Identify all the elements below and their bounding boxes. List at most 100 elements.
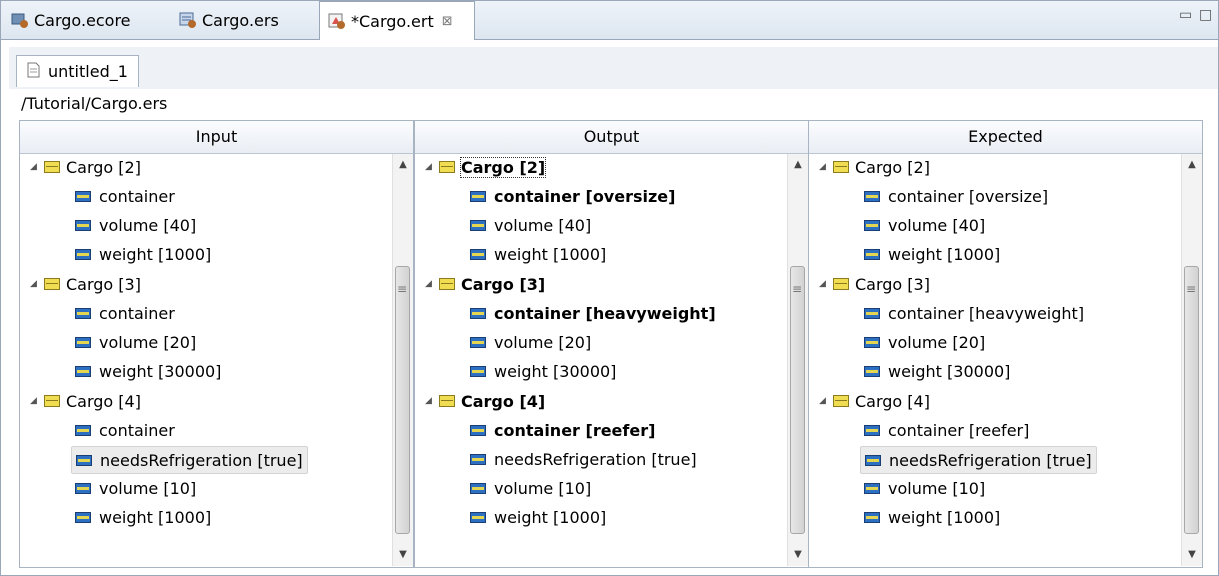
tree-node-cargo[interactable]: ◢ Cargo [4]	[425, 388, 545, 414]
tree-node-cargo[interactable]: ◢ Cargo [2]	[819, 154, 930, 180]
tab-cargo-ert[interactable]: *Cargo.ert ⊠	[319, 1, 475, 40]
node-label: needsRefrigeration [true]	[494, 449, 697, 469]
tree-node-cargo[interactable]: ◢ Cargo [2]	[425, 154, 547, 180]
output-header[interactable]: Output	[415, 121, 808, 154]
tree-leaf[interactable]: volume [40]	[470, 212, 591, 238]
attribute-icon	[470, 365, 486, 377]
attribute-icon	[75, 219, 91, 231]
tree-leaf[interactable]: volume [20]	[75, 329, 196, 355]
tree-leaf[interactable]: container [heavyweight]	[864, 300, 1084, 326]
grip-icon: ≡	[792, 282, 803, 296]
tree-leaf[interactable]: volume [10]	[864, 475, 985, 501]
scroll-up-icon[interactable]: ▲	[1182, 156, 1202, 174]
vertical-scrollbar[interactable]: ▲ ≡ ▼	[1181, 154, 1202, 566]
tree-leaf[interactable]: weight [1000]	[864, 504, 1000, 530]
attribute-icon	[75, 482, 91, 494]
scroll-thumb[interactable]	[395, 266, 410, 534]
tree-leaf[interactable]: weight [30000]	[470, 358, 616, 384]
tab-label: *Cargo.ert	[351, 11, 434, 31]
subtab-bar: untitled_1	[9, 47, 1218, 89]
tree-node-cargo[interactable]: ◢ Cargo [4]	[819, 388, 930, 414]
node-label: Cargo [4]	[461, 391, 546, 411]
expected-header[interactable]: Expected	[809, 121, 1202, 154]
close-tab-icon[interactable]: ⊠	[442, 14, 453, 29]
attribute-icon	[864, 511, 880, 523]
tree-leaf[interactable]: volume [20]	[470, 329, 591, 355]
attribute-icon	[470, 307, 486, 319]
scroll-thumb[interactable]	[790, 266, 805, 534]
tree-leaf[interactable]: volume [10]	[470, 475, 591, 501]
tree-leaf[interactable]: volume [10]	[75, 475, 196, 501]
vertical-scrollbar[interactable]: ▲ ≡ ▼	[392, 154, 413, 566]
tree-leaf[interactable]: container [reefer]	[470, 417, 655, 443]
node-label: Cargo [4]	[855, 391, 930, 411]
expand-arrow-icon[interactable]: ◢	[30, 396, 44, 406]
scroll-up-icon[interactable]: ▲	[788, 156, 808, 174]
node-label: container [oversize]	[494, 186, 676, 206]
node-label: Cargo [4]	[66, 391, 141, 411]
expand-arrow-icon[interactable]: ◢	[819, 279, 833, 289]
tree-leaf[interactable]: weight [1000]	[75, 241, 211, 267]
tree-node-cargo[interactable]: ◢ Cargo [3]	[819, 271, 930, 297]
tree-leaf[interactable]: container [oversize]	[864, 183, 1048, 209]
tree-leaf[interactable]: container [heavyweight]	[470, 300, 716, 326]
expand-arrow-icon[interactable]: ◢	[30, 279, 44, 289]
attribute-icon	[75, 424, 91, 436]
tree-leaf[interactable]: container	[75, 417, 175, 443]
tab-cargo-ecore[interactable]: Cargo.ecore	[11, 1, 131, 39]
tree-node-cargo[interactable]: ◢ Cargo [3]	[30, 271, 141, 297]
maximize-icon[interactable]: □	[1199, 7, 1212, 23]
tree-leaf[interactable]: container [reefer]	[864, 417, 1029, 443]
expand-arrow-icon[interactable]: ◢	[819, 162, 833, 172]
tree-node-cargo[interactable]: ◢ Cargo [4]	[30, 388, 141, 414]
tree-leaf[interactable]: weight [1000]	[470, 504, 606, 530]
tree-leaf[interactable]: container	[75, 183, 175, 209]
input-header[interactable]: Input	[20, 121, 413, 154]
tree-node-cargo[interactable]: ◢ Cargo [2]	[30, 154, 141, 180]
scroll-down-icon[interactable]: ▼	[393, 546, 413, 564]
vertical-scrollbar[interactable]: ▲ ≡ ▼	[787, 154, 808, 566]
expand-arrow-icon[interactable]: ◢	[425, 279, 439, 289]
attribute-icon	[864, 336, 880, 348]
node-label: needsRefrigeration [true]	[889, 450, 1092, 470]
class-icon	[833, 161, 849, 173]
tree-leaf[interactable]: volume [40]	[75, 212, 196, 238]
tree-leaf[interactable]: container	[75, 300, 175, 326]
tree-leaf[interactable]: weight [30000]	[864, 358, 1010, 384]
tree-leaf[interactable]: weight [1000]	[470, 241, 606, 267]
tree-leaf[interactable]: weight [30000]	[75, 358, 221, 384]
grip-icon: ≡	[397, 282, 408, 296]
tab-cargo-ers[interactable]: Cargo.ers	[179, 1, 279, 39]
tab-untitled-1[interactable]: untitled_1	[16, 55, 139, 87]
scroll-down-icon[interactable]: ▼	[1182, 546, 1202, 564]
attribute-icon	[470, 219, 486, 231]
attribute-icon	[865, 454, 881, 466]
tree-leaf-selected[interactable]: needsRefrigeration [true]	[71, 446, 308, 474]
scroll-down-icon[interactable]: ▼	[788, 546, 808, 564]
class-icon	[44, 278, 60, 290]
tree-leaf[interactable]: needsRefrigeration [true]	[470, 446, 697, 472]
tree-leaf[interactable]: volume [40]	[864, 212, 985, 238]
node-label: Cargo [2]	[459, 156, 547, 178]
scroll-up-icon[interactable]: ▲	[393, 156, 413, 174]
expand-arrow-icon[interactable]: ◢	[30, 162, 44, 172]
expand-arrow-icon[interactable]: ◢	[819, 396, 833, 406]
attribute-icon	[864, 219, 880, 231]
expand-arrow-icon[interactable]: ◢	[425, 162, 439, 172]
attribute-icon	[75, 248, 91, 260]
tree-leaf[interactable]: weight [1000]	[864, 241, 1000, 267]
scroll-thumb[interactable]	[1184, 266, 1199, 534]
minimize-icon[interactable]: ▭	[1179, 7, 1192, 23]
tree-leaf[interactable]: container [oversize]	[470, 183, 675, 209]
node-label: container [oversize]	[888, 186, 1049, 206]
tree-leaf[interactable]: volume [20]	[864, 329, 985, 355]
tree-leaf[interactable]: weight [1000]	[75, 504, 211, 530]
tree-leaf-selected[interactable]: needsRefrigeration [true]	[860, 446, 1097, 474]
tab-label: Cargo.ecore	[34, 10, 131, 30]
node-label: weight [1000]	[99, 507, 212, 527]
node-label: container	[99, 186, 175, 206]
attribute-icon	[470, 453, 486, 465]
node-label: volume [40]	[99, 215, 197, 235]
expand-arrow-icon[interactable]: ◢	[425, 396, 439, 406]
tree-node-cargo[interactable]: ◢ Cargo [3]	[425, 271, 545, 297]
